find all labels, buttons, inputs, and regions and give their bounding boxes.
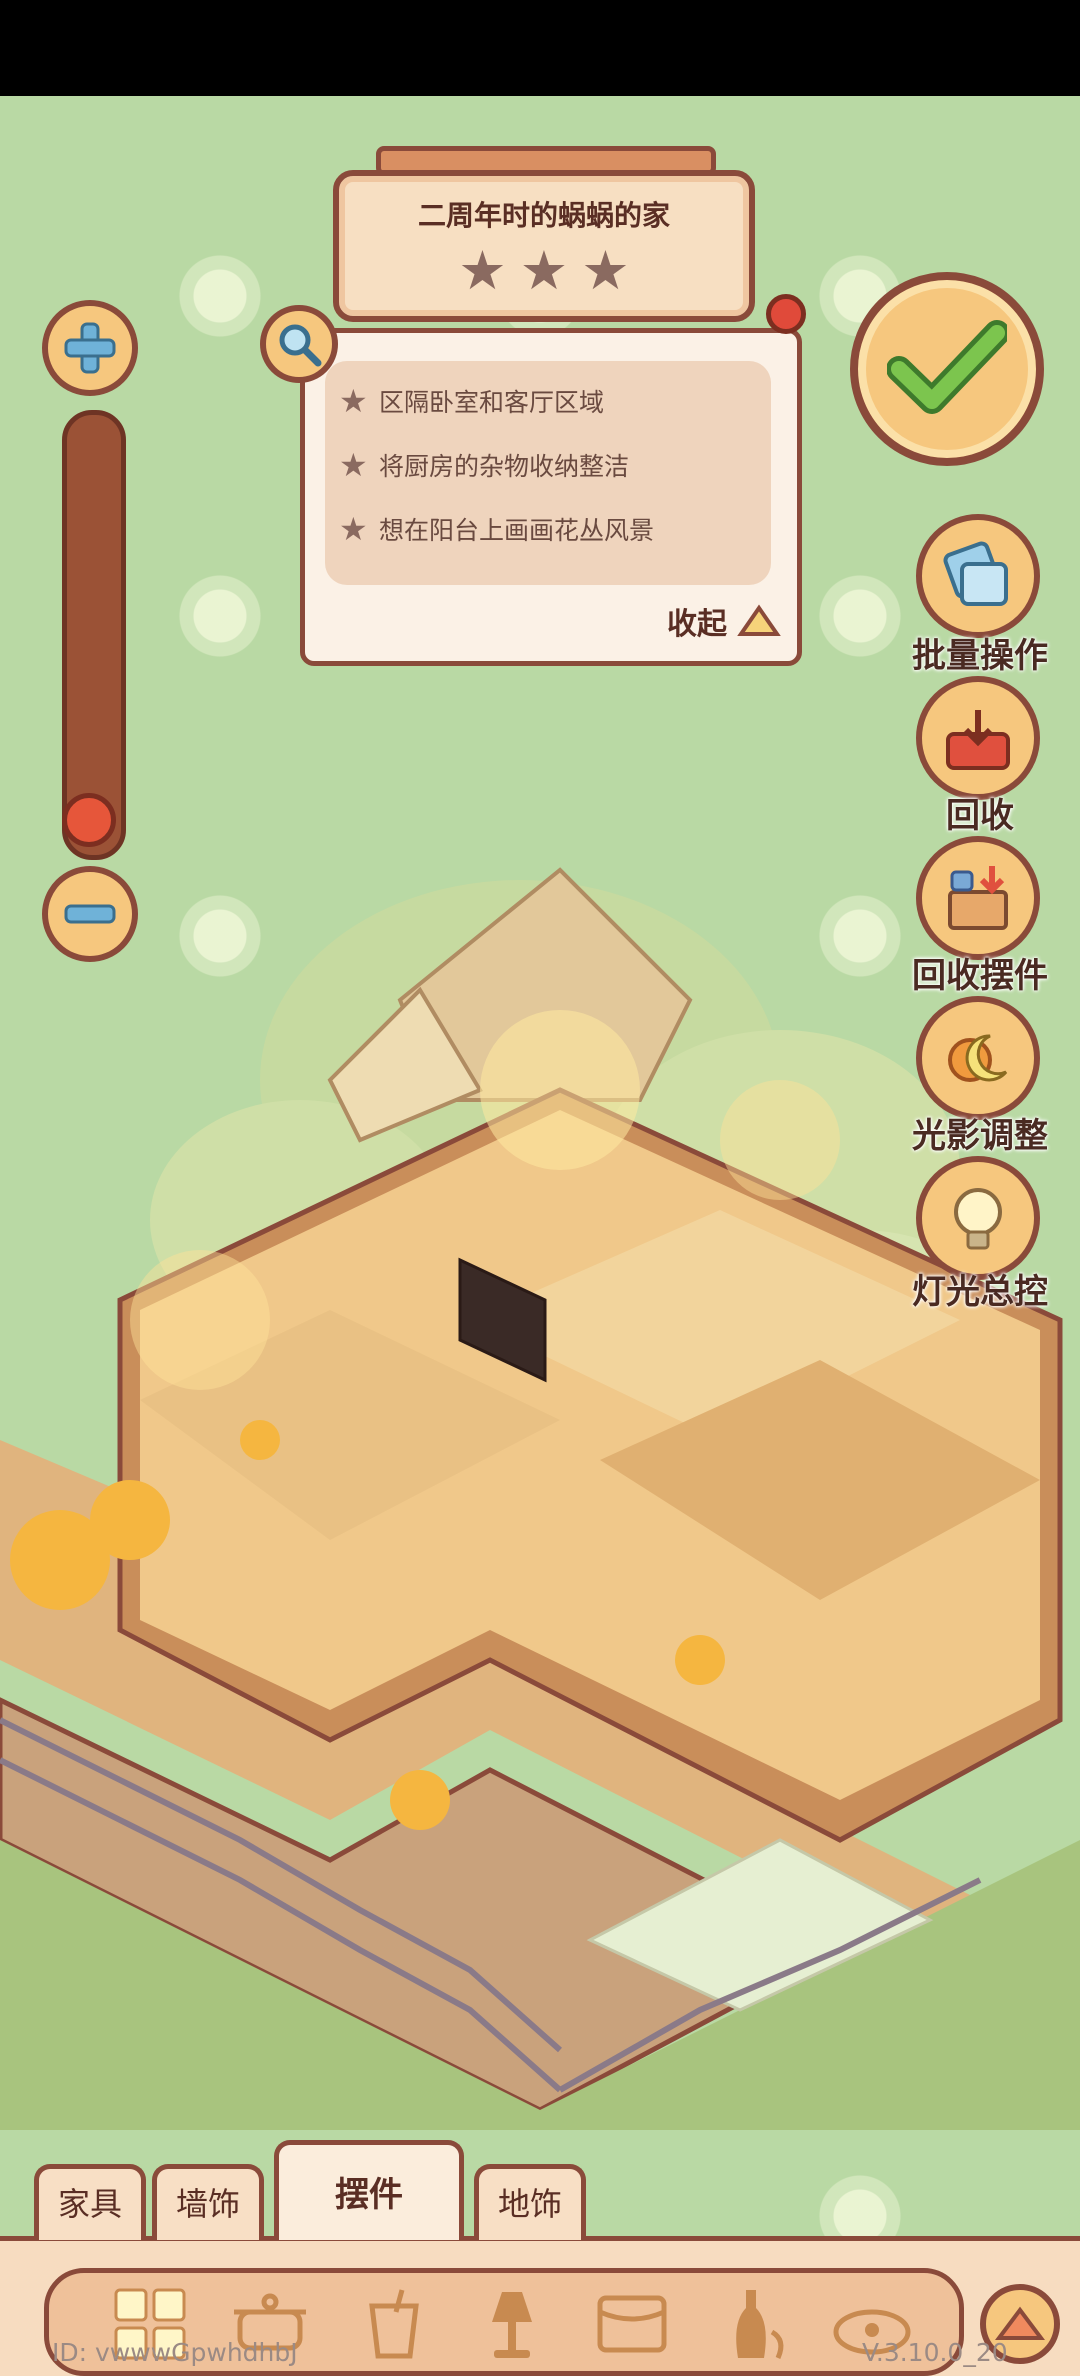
- quest-item: ★ 将厨房的杂物收纳整洁: [339, 445, 629, 485]
- recycle-button[interactable]: [916, 676, 1040, 800]
- rating-stars: ★ ★ ★: [339, 244, 749, 298]
- zoom-out-button[interactable]: [42, 866, 138, 962]
- star-icon: ★: [339, 510, 368, 548]
- quest-item: ★ 区隔卧室和客厅区域: [339, 381, 604, 421]
- star-icon: ★: [339, 446, 368, 484]
- magnifier-icon: [279, 324, 322, 367]
- vase-icon: [736, 2290, 784, 2360]
- cup-icon: [369, 2289, 419, 2359]
- house-title: 二周年时的蜗蜗的家: [417, 199, 670, 232]
- player-id: ID: vwwwGpwhdhbJ: [52, 2338, 298, 2367]
- status-bar: [0, 0, 1080, 96]
- house-title-sign: 二周年时的蜗蜗的家 ★ ★ ★: [333, 170, 755, 322]
- collapse-quests-button[interactable]: 收起: [667, 599, 781, 643]
- recycle-ornaments-button[interactable]: [916, 836, 1040, 960]
- collapse-label: 收起: [667, 607, 727, 642]
- tab-furniture[interactable]: 家具: [34, 2164, 146, 2240]
- triangle-up-icon: [737, 604, 781, 636]
- checkmark-icon: [887, 320, 1007, 414]
- lamp-icon: [492, 2292, 532, 2358]
- confirm-button[interactable]: [850, 272, 1044, 466]
- quest-item: ★ 想在阳台上画画花丛风景: [339, 509, 654, 549]
- light-control-label: 灯光总控: [912, 1272, 1048, 1312]
- tab-wall-decor[interactable]: 墙饰: [152, 2164, 264, 2240]
- recycle-label: 回收: [946, 796, 1014, 836]
- zoom-slider-handle[interactable]: [62, 793, 116, 847]
- tab-ornaments[interactable]: 摆件: [274, 2140, 464, 2240]
- star-icon: ★: [339, 382, 368, 420]
- lightbulb-icon: [954, 1188, 1002, 1250]
- quest-text: 将厨房的杂物收纳整洁: [379, 452, 630, 481]
- category-vases[interactable]: [712, 2282, 796, 2366]
- search-button[interactable]: [260, 305, 338, 383]
- star-icon: ★: [581, 239, 630, 302]
- quest-panel: ★ 区隔卧室和客厅区域 ★ 将厨房的杂物收纳整洁 ★ 想在阳台上画画花丛风景 收…: [300, 328, 802, 666]
- recycle-box-icon: [946, 710, 1010, 770]
- light-control-button[interactable]: [916, 1156, 1040, 1280]
- batch-select-icon: [943, 541, 1008, 606]
- frame-icon: [597, 2295, 667, 2353]
- batch-operation-label: 批量操作: [912, 636, 1048, 676]
- house-scene[interactable]: [0, 840, 1080, 2130]
- quest-text: 区隔卧室和客厅区域: [379, 388, 605, 417]
- category-lamps[interactable]: [470, 2282, 554, 2366]
- recycle-ornament-icon: [948, 866, 1008, 930]
- lighting-adjust-label: 光影调整: [912, 1116, 1048, 1156]
- tab-floor-decor[interactable]: 地饰: [474, 2164, 586, 2240]
- pin-icon: [766, 294, 806, 334]
- zoom-in-button[interactable]: [42, 300, 138, 396]
- star-icon: ★: [519, 239, 569, 302]
- lighting-adjust-button[interactable]: [916, 996, 1040, 1120]
- star-icon: ★: [458, 239, 507, 302]
- minus-icon: [64, 904, 116, 924]
- category-frames[interactable]: [590, 2282, 674, 2366]
- batch-operation-button[interactable]: [916, 514, 1040, 638]
- sun-moon-icon: [948, 1034, 1008, 1082]
- plus-icon: [64, 322, 116, 374]
- quest-text: 想在阳台上画画花丛风景: [379, 516, 655, 545]
- quest-list: ★ 区隔卧室和客厅区域 ★ 将厨房的杂物收纳整洁 ★ 想在阳台上画画花丛风景: [325, 361, 771, 585]
- recycle-ornaments-label: 回收摆件: [912, 956, 1048, 996]
- version-label: V.3.10.0_20: [862, 2338, 1008, 2367]
- category-cups[interactable]: [352, 2282, 436, 2366]
